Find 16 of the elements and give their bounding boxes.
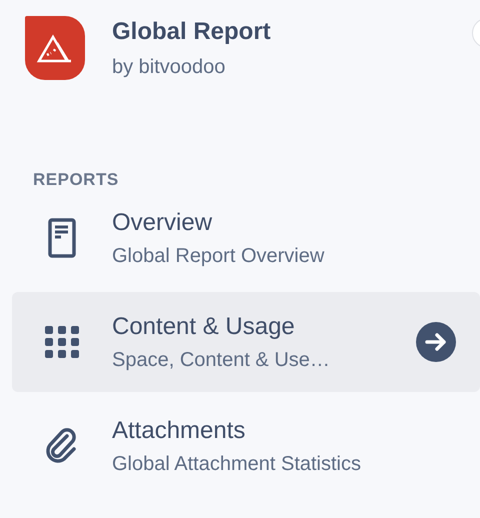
nav-item-title: Overview <box>112 208 214 236</box>
nav-item[interactable]: Attachments Global Attachment Statistics <box>12 396 480 496</box>
nav-item-title: Content & Usage <box>112 312 296 340</box>
nav-item[interactable]: Content & Usage Space, Content & Use… <box>12 292 480 392</box>
app-logo <box>25 16 85 80</box>
app-title: Global Report <box>112 18 271 46</box>
paperclip-icon <box>45 428 79 464</box>
nav-item-description: Space, Content & Use… <box>112 348 331 372</box>
nav-item-description: Global Attachment Statistics <box>112 452 362 476</box>
nav-item-description: Global Report Overview <box>112 244 326 268</box>
nav-item-title: Attachments <box>112 416 246 444</box>
nav-item[interactable]: Overview Global Report Overview <box>12 188 480 288</box>
grid-icon <box>45 326 79 358</box>
document-icon <box>48 218 76 258</box>
app-vendor: by bitvoodoo <box>112 56 226 79</box>
section-heading: REPORTS <box>33 170 120 190</box>
